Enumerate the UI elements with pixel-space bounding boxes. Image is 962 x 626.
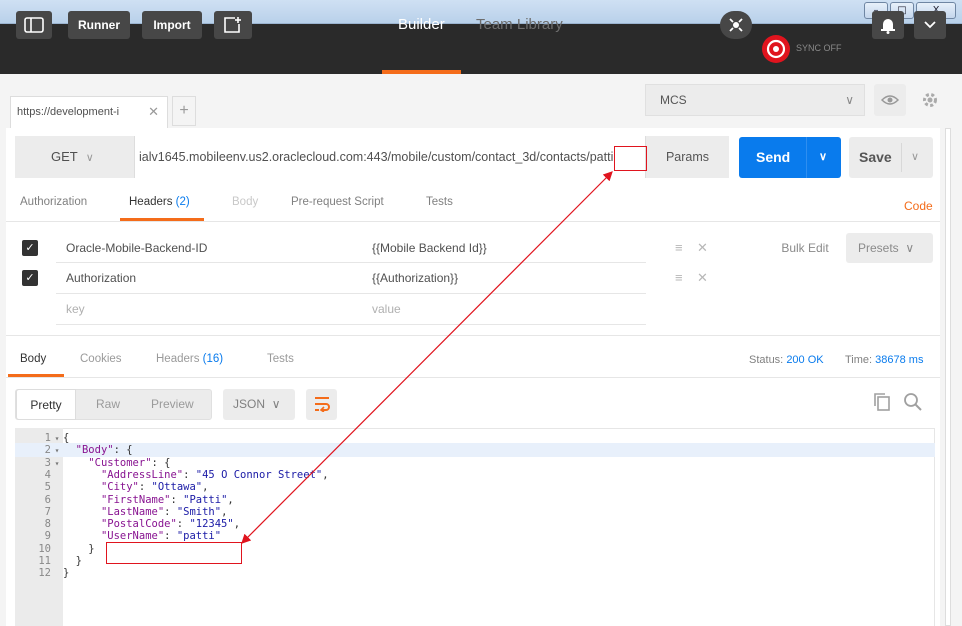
annotation-arrow: [241, 171, 613, 544]
